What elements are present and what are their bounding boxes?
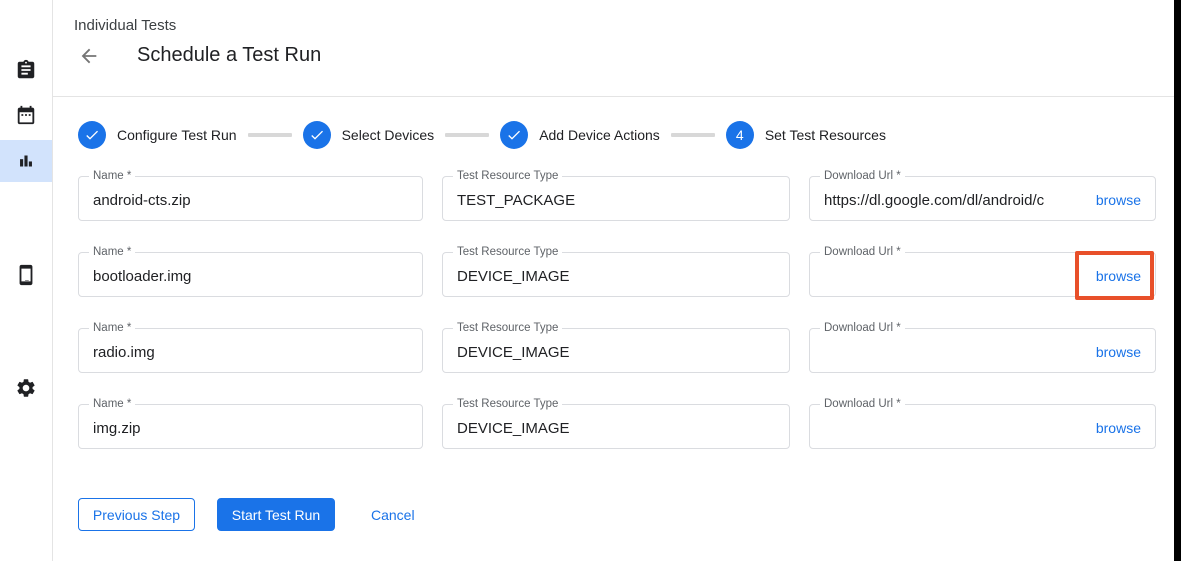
field-label: Download Url * [820,398,905,411]
resource-type-field[interactable]: Test Resource Type DEVICE_IMAGE [442,404,790,449]
previous-step-button[interactable]: Previous Step [78,498,195,531]
field-label: Name * [89,170,135,183]
field-label: Name * [89,322,135,335]
calendar-icon [15,104,37,126]
page-title: Schedule a Test Run [137,44,321,67]
step-number-circle: 4 [726,121,754,149]
field-value: TEST_PACKAGE [457,192,775,209]
field-value: DEVICE_IMAGE [457,420,775,437]
browse-link[interactable]: browse [1096,268,1141,284]
back-button[interactable] [77,44,101,68]
field-label: Download Url * [820,246,905,259]
sidebar [0,0,53,561]
footer-actions: Previous Step Start Test Run Cancel [78,498,1174,531]
content: Configure Test Run Select Devices Add De… [53,97,1174,531]
step-completed-circle [303,121,331,149]
clipboard-icon [15,59,37,81]
name-field[interactable]: Name * bootloader.img [78,252,423,297]
field-label: Name * [89,398,135,411]
check-icon [506,127,522,143]
test-resources-form: Name * android-cts.zip Test Resource Typ… [78,176,1174,449]
field-value: radio.img [93,344,408,361]
main-panel: Individual Tests Schedule a Test Run Con… [53,0,1174,561]
check-icon [309,127,325,143]
start-test-run-button[interactable]: Start Test Run [217,498,335,531]
field-label: Name * [89,246,135,259]
browse-link[interactable]: browse [1096,344,1141,360]
name-field[interactable]: Name * img.zip [78,404,423,449]
field-label: Test Resource Type [453,246,562,259]
download-url-field[interactable]: Download Url * browse [809,252,1156,297]
field-value: DEVICE_IMAGE [457,268,775,285]
step-connector [671,133,715,137]
field-value: bootloader.img [93,268,408,285]
download-url-field[interactable]: Download Url * browse [809,328,1156,373]
step-label: Set Test Resources [765,127,886,143]
step-completed-circle [78,121,106,149]
step-set-test-resources[interactable]: 4 Set Test Resources [726,121,886,149]
field-label: Download Url * [820,170,905,183]
step-label: Add Device Actions [539,127,660,143]
window-edge-strip [1174,0,1181,561]
download-url-field[interactable]: Download Url * https://dl.google.com/dl/… [809,176,1156,221]
step-connector [248,133,292,137]
field-label: Test Resource Type [453,398,562,411]
sidebar-item-test-runs[interactable] [0,140,52,182]
name-field[interactable]: Name * radio.img [78,328,423,373]
step-configure-test-run[interactable]: Configure Test Run [78,121,237,149]
arrow-left-icon [78,45,100,67]
sidebar-item-plans[interactable] [0,93,52,137]
sidebar-item-tests[interactable] [0,48,52,92]
resource-type-field[interactable]: Test Resource Type DEVICE_IMAGE [442,252,790,297]
bar-chart-icon [15,150,37,172]
breadcrumb: Individual Tests [74,17,176,34]
field-label: Download Url * [820,322,905,335]
step-label: Configure Test Run [117,127,237,143]
gear-icon [15,377,37,399]
step-add-device-actions[interactable]: Add Device Actions [500,121,660,149]
field-label: Test Resource Type [453,170,562,183]
name-field[interactable]: Name * android-cts.zip [78,176,423,221]
page-header: Individual Tests Schedule a Test Run [53,0,1174,97]
field-value: img.zip [93,420,408,437]
download-url-field[interactable]: Download Url * browse [809,404,1156,449]
check-icon [84,127,100,143]
cancel-button[interactable]: Cancel [371,507,415,523]
browse-link[interactable]: browse [1096,420,1141,436]
field-label: Test Resource Type [453,322,562,335]
step-connector [445,133,489,137]
step-completed-circle [500,121,528,149]
stepper: Configure Test Run Select Devices Add De… [78,121,1174,149]
field-value: https://dl.google.com/dl/android/c [824,192,1086,209]
field-value: android-cts.zip [93,192,408,209]
step-select-devices[interactable]: Select Devices [303,121,435,149]
resource-type-field[interactable]: Test Resource Type DEVICE_IMAGE [442,328,790,373]
sidebar-item-settings[interactable] [0,366,52,410]
browse-link[interactable]: browse [1096,192,1141,208]
step-label: Select Devices [342,127,435,143]
resource-type-field[interactable]: Test Resource Type TEST_PACKAGE [442,176,790,221]
phone-icon [15,264,37,286]
sidebar-item-devices[interactable] [0,253,52,297]
field-value: DEVICE_IMAGE [457,344,775,361]
